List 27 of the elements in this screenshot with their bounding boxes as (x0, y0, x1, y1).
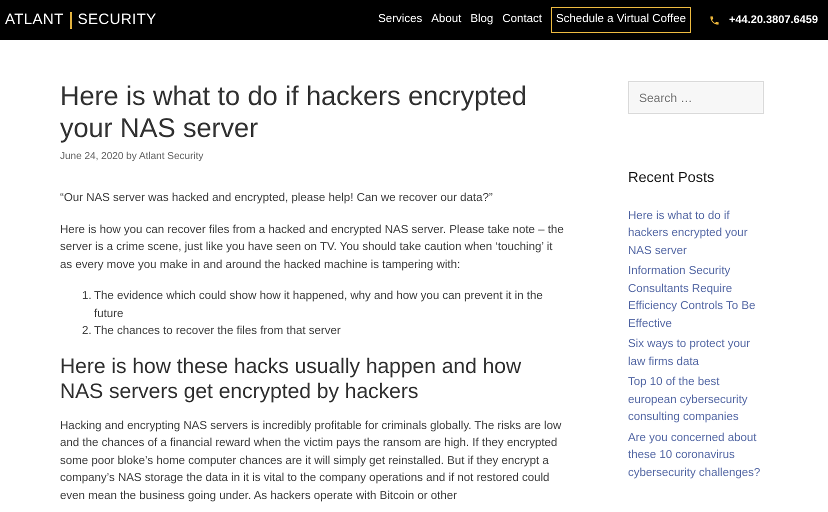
recent-post-link[interactable]: Top 10 of the best european cybersecurity consulting companies (628, 374, 768, 427)
recent-post-link[interactable]: Are you concerned about these 10 coronavirus cybersecurity challenges? (628, 430, 768, 482)
logo-divider (70, 12, 72, 28)
paragraph: “Our NAS server was hacked and encrypted, please help! Can we recover our data?” (60, 191, 494, 206)
logo-text[interactable]: ATLANT (5, 8, 64, 32)
recent-post-link[interactable]: Information Security Consultants Require Efficiency Controls To Be Effective (628, 263, 768, 334)
list-item: The chances to recover the files from that server (94, 324, 342, 339)
logo-text[interactable]: SECURITY (78, 8, 156, 32)
search-field[interactable]: Search … (628, 81, 764, 114)
paragraph: Here is how you can recover files from a hacked and encrypted NAS server. Please take note – the server is a crime scene, just like you have seen on TV. You should take caution when ‘touching’ it as every move you make in and around the hacked machine is tampering with: (60, 222, 565, 272)
list-item: The evidence which could show how it happened, why and how you can prevent it in the future (94, 289, 544, 322)
nav-link[interactable]: Blog (470, 11, 494, 29)
schedule-button[interactable]: Schedule a Virtual Coffee (550, 7, 691, 33)
sidebar-heading: Recent Posts (628, 169, 716, 188)
recent-post-link[interactable]: Here is what to do if hackers encrypted your NAS server (628, 208, 768, 260)
paragraph: Hacking and encrypting NAS servers is incredibly profitable for criminals globally. The risks are low and the chances of a financial reward when the victim pays the ransom are high. If they encrypted some poor bloke’s home computer chances are it will simply get reinstalled. But if they encrypt a company’s NAS storage the data in it is vital to the company operations and if not restored could even mean the business going under. As hackers operate with Bitcoin or other (60, 418, 562, 504)
recent-post-link[interactable]: Six ways to protect your law firms data (628, 336, 768, 372)
post-meta: June 24, 2020 by Atlant Security (60, 150, 204, 164)
nav-link[interactable]: Contact (502, 11, 542, 29)
nav-link[interactable]: Services (378, 11, 422, 29)
phone-number[interactable]: +44.20.3807.6459 (728, 12, 818, 28)
list-number: 2. (82, 324, 93, 339)
phone-icon (708, 14, 720, 26)
list-number: 1. (82, 289, 93, 304)
nav-link[interactable]: About (431, 11, 462, 29)
article-title: Here is what to do if hackers encrypted your NAS server (60, 80, 528, 144)
section-heading: Here is how these hacks usually happen and how NAS servers get encrypted by hackers (60, 354, 522, 404)
